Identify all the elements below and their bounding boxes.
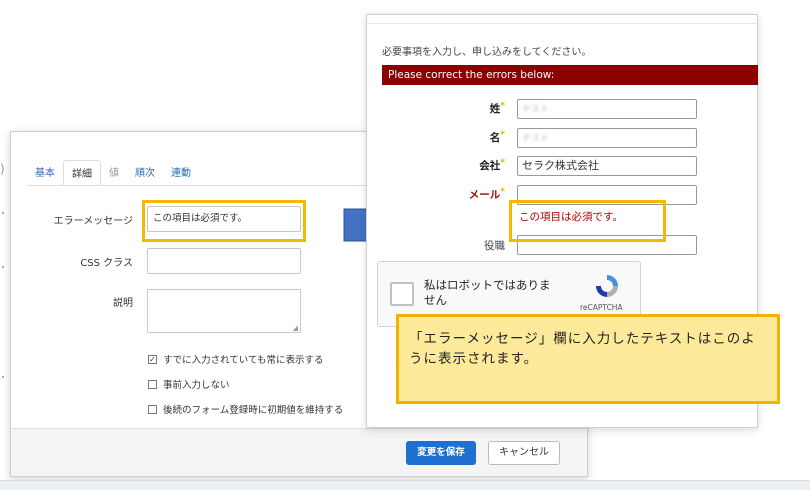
tab-order[interactable]: 順次 <box>127 160 163 186</box>
checkbox-icon[interactable] <box>148 379 157 389</box>
required-mark: * <box>500 130 505 140</box>
form-instruction: 必要事項を入力し、申し込みをしてください。 <box>382 47 592 58</box>
cancel-button[interactable]: キャンセル <box>488 441 560 465</box>
resize-handle-icon[interactable]: ◢ <box>293 324 298 332</box>
recaptcha-brand: reCAPTCHA <box>580 303 623 312</box>
checkbox-label: 事前入力しない <box>163 380 230 391</box>
callout-text: 「エラーメッセージ」欄に入力したテキストはこのように表示されます。 <box>409 331 756 367</box>
settings-tabs: 基本 詳細 値 順次 連動 <box>27 160 199 186</box>
tab-linkage[interactable]: 連動 <box>163 160 199 186</box>
error-message-label: エラーメッセージ <box>53 216 133 227</box>
recaptcha-text: 私はロボットではありません <box>424 278 551 307</box>
edge-dot <box>2 266 4 268</box>
tab-basic[interactable]: 基本 <box>27 160 63 186</box>
tab-details[interactable]: 詳細 <box>63 160 101 186</box>
tab-values[interactable]: 値 <box>101 160 127 186</box>
checkbox-keep-initial[interactable]: 後続のフォーム登録時に初期値を維持する <box>148 402 343 416</box>
edge-fragment: ) <box>0 162 5 176</box>
css-class-input[interactable] <box>147 248 301 274</box>
required-mark: * <box>500 158 505 168</box>
description-label: 説明 <box>113 298 133 309</box>
first-name-label: 名* <box>489 130 505 144</box>
settings-footer: 変更を保存 キャンセル <box>11 428 587 476</box>
last-name-input[interactable]: テスト <box>517 99 697 119</box>
recaptcha-checkbox[interactable] <box>390 282 414 306</box>
checkbox-always-show[interactable]: ✓ すでに入力されていても常に表示する <box>148 352 324 366</box>
save-button[interactable]: 変更を保存 <box>406 441 476 465</box>
required-mark: * <box>500 101 505 111</box>
checkbox-checked-icon[interactable]: ✓ <box>148 354 157 364</box>
email-label: メール* <box>468 187 505 201</box>
edge-dot <box>2 212 4 214</box>
edge-dot <box>2 376 4 378</box>
error-message-highlight <box>142 200 306 242</box>
bottom-strip <box>0 480 810 490</box>
checkbox-label: すでに入力されていても常に表示する <box>163 355 324 366</box>
job-title-label: 役職 <box>484 240 505 252</box>
top-divider <box>367 23 757 24</box>
last-name-label: 姓* <box>489 101 505 115</box>
explanation-callout: 「エラーメッセージ」欄に入力したテキストはこのように表示されます。 <box>396 314 780 404</box>
description-textarea[interactable]: ◢ <box>147 289 301 333</box>
checkbox-no-prefill[interactable]: 事前入力しない <box>148 377 230 391</box>
error-banner: Please correct the errors below: <box>382 65 758 85</box>
error-display-highlight <box>509 200 666 242</box>
css-class-label: CSS クラス <box>80 258 133 269</box>
company-label: 会社* <box>479 158 505 172</box>
recaptcha-logo-icon <box>596 275 618 297</box>
required-mark: * <box>500 187 505 197</box>
checkbox-icon[interactable] <box>148 404 157 414</box>
checkbox-label: 後続のフォーム登録時に初期値を維持する <box>163 405 344 416</box>
company-input[interactable]: セラク株式会社 <box>517 156 697 176</box>
first-name-input[interactable]: テスト <box>517 128 697 148</box>
